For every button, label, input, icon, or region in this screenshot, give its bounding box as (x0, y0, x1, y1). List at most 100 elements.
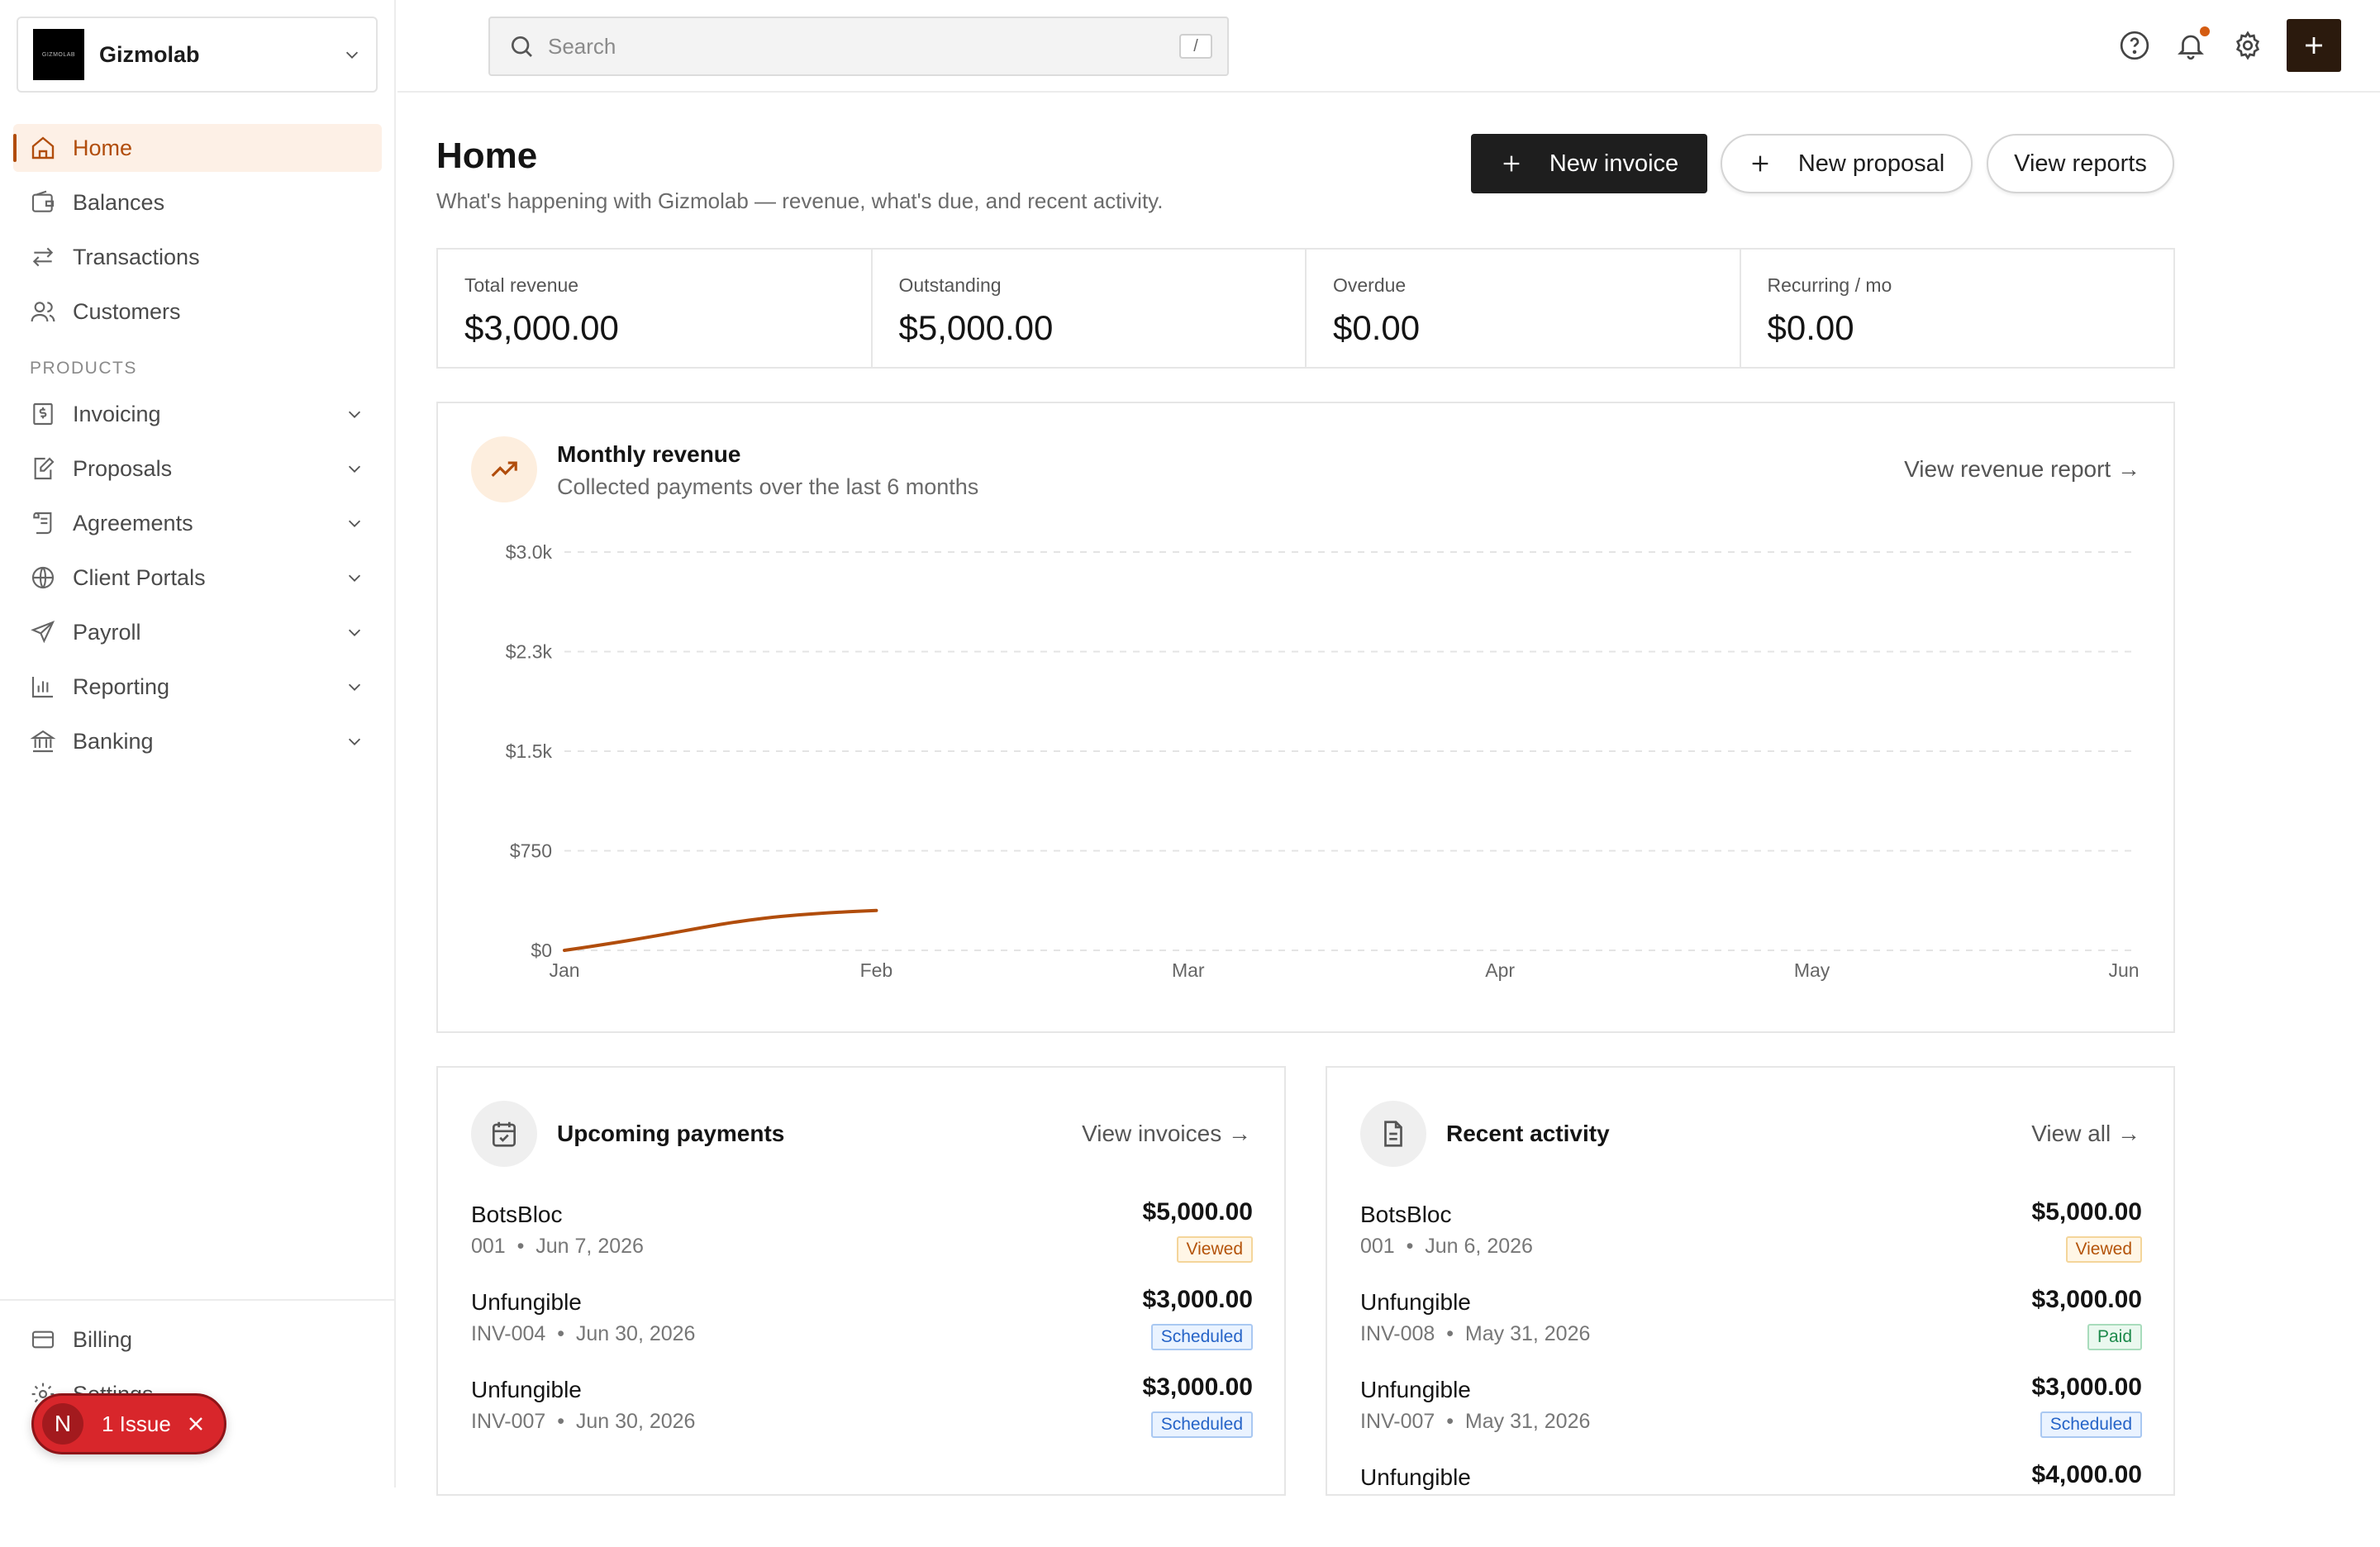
sidebar-item-reporting[interactable]: Reporting (13, 663, 382, 711)
sidebar-item-proposals[interactable]: Proposals (13, 445, 382, 493)
page-subtitle: What's happening with Gizmolab — revenue… (436, 188, 1164, 213)
invoice-meta: INV-007 • May 31, 2026 (1360, 1410, 1591, 1433)
payment-row[interactable]: Unfungible INV-007 • Jun 30, 2026 $3,000… (471, 1373, 1253, 1459)
card-title: Monthly revenue (557, 441, 741, 467)
status-badge: Viewed (2065, 1236, 2142, 1263)
search-bar[interactable]: / (488, 17, 1229, 76)
new-invoice-button[interactable]: New invoice (1471, 134, 1707, 193)
plus-icon (1752, 155, 1768, 172)
customer-name: BotsBloc (1360, 1202, 1452, 1227)
invoice-date: Jun 30, 2026 (575, 1410, 696, 1433)
monthly-revenue-card: Monthly revenue Collected payments over … (436, 402, 2175, 1033)
chevron-down-icon (348, 738, 361, 745)
trending-up-icon (471, 436, 537, 502)
status-badge: Scheduled (2040, 1411, 2142, 1438)
scroll-icon (33, 512, 52, 535)
invoice-meta: INV-008 • May 31, 2026 (1360, 1322, 1591, 1345)
invoice-date: Jun 7, 2026 (536, 1235, 644, 1258)
invoice-amount: $5,000.00 (1142, 1198, 1253, 1226)
activity-row[interactable]: BotsBloc 001 • Jun 6, 2026 $5,000.00 Vie… (1360, 1198, 2142, 1284)
sidebar-item-agreements[interactable]: Agreements (13, 499, 382, 547)
stat-label: Recurring / mo (1767, 274, 1892, 296)
x-tick-label: Mar (1172, 959, 1205, 981)
panel-title: Recent activity (1446, 1121, 1610, 1146)
chevron-down-icon (348, 629, 361, 636)
quick-create-button[interactable] (2287, 19, 2341, 72)
status-badge: Scheduled (1150, 1324, 1253, 1350)
chevron-down-icon (348, 683, 361, 691)
close-icon[interactable] (186, 1414, 206, 1434)
wallet-icon (31, 190, 55, 212)
sidebar-nav: Home Balances Transactions Customers PRO… (13, 124, 382, 772)
search-icon (512, 36, 532, 57)
view-reports-button[interactable]: View reports (1987, 134, 2174, 193)
view-revenue-report-link[interactable]: View revenue report → (1904, 456, 2140, 483)
send-icon (31, 621, 55, 644)
chevron-down-icon (348, 574, 361, 582)
issue-label: 1 Issue (102, 1411, 171, 1436)
sidebar-item-label: Customers (73, 298, 181, 324)
sidebar-item-balances[interactable]: Balances (13, 178, 382, 226)
globe-icon (31, 566, 55, 589)
org-logo-text: GIZMOLAB (41, 51, 76, 58)
invoice-dollar-icon (33, 402, 53, 426)
stat-label: Outstanding (898, 274, 1002, 296)
activity-row[interactable]: Unfungible $4,000.00 (1360, 1461, 2142, 1547)
stat-overdue: Overdue $0.00 (1307, 250, 1741, 367)
payment-row[interactable]: Unfungible INV-004 • Jun 30, 2026 $3,000… (471, 1286, 1253, 1372)
search-input[interactable] (548, 33, 1179, 60)
invoice-date: May 31, 2026 (1464, 1410, 1591, 1433)
invoice-meta: 001 • Jun 7, 2026 (471, 1235, 644, 1258)
invoice-id: INV-004 (471, 1322, 546, 1345)
invoice-meta: INV-004 • Jun 30, 2026 (471, 1322, 696, 1345)
invoice-amount: $3,000.00 (2031, 1373, 2142, 1401)
help-icon[interactable] (2119, 30, 2150, 61)
status-badge: Paid (2087, 1324, 2142, 1350)
credit-card-icon (31, 1330, 55, 1349)
revenue-series-line (563, 908, 878, 952)
new-proposal-button[interactable]: New proposal (1721, 134, 1973, 193)
nav-section-products: PRODUCTS (30, 359, 137, 378)
sidebar-item-client-portals[interactable]: Client Portals (13, 554, 382, 602)
view-all-link[interactable]: View all → (2031, 1121, 2140, 1147)
sidebar-item-home[interactable]: Home (13, 124, 382, 172)
invoice-id: 001 (471, 1235, 506, 1258)
stat-value: $3,000.00 (464, 308, 619, 347)
sidebar-item-banking[interactable]: Banking (13, 717, 382, 765)
org-switcher[interactable]: GIZMOLAB Gizmolab (17, 17, 378, 93)
sidebar-item-label: Client Portals (73, 564, 206, 590)
gear-icon[interactable] (2232, 30, 2263, 61)
stat-total-revenue: Total revenue $3,000.00 (438, 250, 873, 367)
x-tick-label: Feb (860, 959, 893, 981)
sidebar-item-invoicing[interactable]: Invoicing (13, 390, 382, 438)
x-tick-label: Apr (1485, 959, 1515, 981)
sidebar-item-label: Agreements (73, 510, 193, 536)
activity-row[interactable]: Unfungible INV-007 • May 31, 2026 $3,000… (1360, 1373, 2142, 1459)
invoice-meta: 001 • Jun 6, 2026 (1360, 1235, 1533, 1258)
status-badge: Viewed (1176, 1236, 1253, 1263)
invoice-date: Jun 30, 2026 (575, 1322, 696, 1345)
payment-row[interactable]: BotsBloc 001 • Jun 7, 2026 $5,000.00 Vie… (471, 1198, 1253, 1284)
issue-indicator[interactable]: N 1 Issue (31, 1393, 226, 1454)
upcoming-payments-panel: Upcoming payments View invoices → BotsBl… (436, 1066, 1286, 1496)
invoice-amount: $5,000.00 (2031, 1198, 2142, 1226)
invoice-date: Jun 6, 2026 (1425, 1235, 1533, 1258)
sidebar-item-transactions[interactable]: Transactions (13, 233, 382, 281)
sidebar-item-customers[interactable]: Customers (13, 288, 382, 336)
status-badge: Scheduled (1150, 1411, 1253, 1438)
revenue-line-chart: $0 $750 $1.5k $2.3k $3.0k Jan Feb Mar Apr May Jun (506, 541, 2140, 981)
panel-title: Upcoming payments (557, 1121, 785, 1146)
notification-dot (2200, 26, 2210, 36)
stat-label: Overdue (1333, 274, 1407, 296)
sidebar-item-billing[interactable]: Billing (13, 1316, 383, 1364)
customer-name: Unfungible (1360, 1377, 1471, 1402)
view-invoices-link[interactable]: View invoices → (1082, 1121, 1251, 1147)
customer-name: Unfungible (471, 1377, 582, 1402)
bar-chart-icon (31, 677, 53, 698)
activity-row[interactable]: Unfungible INV-008 • May 31, 2026 $3,000… (1360, 1286, 2142, 1372)
customer-name: Unfungible (1360, 1289, 1471, 1315)
y-tick-label: $0 (531, 940, 552, 961)
sidebar-item-payroll[interactable]: Payroll (13, 608, 382, 656)
x-tick-label: Jun (2108, 959, 2139, 981)
stat-value: $0.00 (1767, 308, 1854, 347)
